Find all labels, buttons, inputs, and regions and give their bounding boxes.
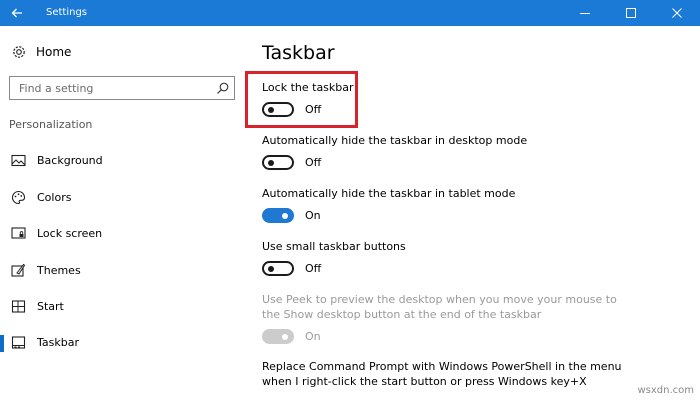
content-pane: Taskbar Lock the taskbar Off Automatical… <box>245 26 700 400</box>
page-title: Taskbar <box>262 42 335 64</box>
back-arrow-icon <box>11 8 22 18</box>
sidebar-item-colors[interactable]: Colors <box>0 185 240 211</box>
title-bar: Settings <box>0 0 700 26</box>
toggle-knob <box>268 265 274 272</box>
toggle-state-text: Off <box>305 156 322 169</box>
toggle-state-text: Off <box>305 103 322 116</box>
setting-label-line2: when I right-click the start button or p… <box>262 375 587 388</box>
setting-label: Automatically hide the taskbar in tablet… <box>262 187 516 200</box>
peek-toggle <box>262 329 294 344</box>
sidebar-item-themes[interactable]: Themes <box>0 258 240 284</box>
setting-label: Lock the taskbar <box>262 81 354 94</box>
sidebar-item-label: Start <box>37 300 64 313</box>
sidebar-item-label: Themes <box>37 264 81 277</box>
maximize-icon <box>626 8 636 18</box>
setting-peek: Use Peek to preview the desktop when you… <box>262 292 692 349</box>
toggle-state-text: Off <box>305 262 322 275</box>
sidebar-item-label: Lock screen <box>37 227 103 240</box>
minimize-icon <box>580 13 590 14</box>
back-button[interactable] <box>0 0 34 26</box>
setting-autohide-desktop: Automatically hide the taskbar in deskto… <box>262 133 692 175</box>
image-icon <box>11 154 26 167</box>
toggle-knob <box>268 159 274 166</box>
section-label-personalization: Personalization <box>9 118 93 131</box>
autohide-tablet-toggle[interactable] <box>262 208 294 223</box>
maximize-button[interactable] <box>608 0 654 26</box>
window-title: Settings <box>46 7 88 18</box>
close-button[interactable] <box>654 0 700 26</box>
setting-small-buttons: Use small taskbar buttons Off <box>262 239 692 281</box>
lock-taskbar-toggle[interactable] <box>262 102 294 117</box>
search-icon[interactable] <box>216 81 230 95</box>
toggle-state-text: On <box>305 330 321 343</box>
autohide-desktop-toggle[interactable] <box>262 155 294 170</box>
sidebar-item-taskbar[interactable]: Taskbar <box>0 330 240 356</box>
toggle-knob <box>282 333 288 340</box>
toggle-knob <box>282 212 288 219</box>
sidebar-item-start[interactable]: Start <box>0 294 240 320</box>
setting-lock-taskbar: Lock the taskbar Off <box>262 80 692 122</box>
toggle-knob <box>268 106 274 113</box>
sidebar-item-label: Background <box>37 154 103 167</box>
lock-screen-icon <box>11 227 26 239</box>
setting-label-line2: the Show desktop button at the end of th… <box>262 308 542 321</box>
setting-autohide-tablet: Automatically hide the taskbar in tablet… <box>262 186 692 228</box>
small-buttons-toggle[interactable] <box>262 261 294 276</box>
sidebar-home-label: Home <box>36 45 72 59</box>
gear-icon <box>13 46 25 58</box>
search-input[interactable] <box>10 77 219 99</box>
sidebar-item-lock-screen[interactable]: Lock screen <box>0 221 240 247</box>
search-box[interactable] <box>9 76 235 100</box>
setting-label-line1: Replace Command Prompt with Windows Powe… <box>262 360 622 373</box>
start-icon <box>11 300 26 313</box>
toggle-state-text: On <box>305 209 321 222</box>
watermark: wsxdn.com <box>637 385 694 396</box>
setting-label: Use small taskbar buttons <box>262 240 406 253</box>
sidebar-item-label: Taskbar <box>37 336 79 349</box>
close-icon <box>672 8 682 18</box>
sidebar-item-label: Colors <box>37 191 72 204</box>
setting-label-line1: Use Peek to preview the desktop when you… <box>262 293 617 306</box>
setting-label: Automatically hide the taskbar in deskto… <box>262 134 528 147</box>
themes-icon <box>11 263 26 277</box>
sidebar-item-background[interactable]: Background <box>0 148 240 174</box>
sidebar-home[interactable]: Home <box>0 40 240 64</box>
setting-powershell: Replace Command Prompt with Windows Powe… <box>262 359 692 389</box>
palette-icon <box>11 190 26 205</box>
taskbar-icon <box>11 336 26 349</box>
sidebar: Home Personalization Background Colors <box>0 26 245 400</box>
minimize-button[interactable] <box>562 0 608 26</box>
active-indicator <box>0 335 4 352</box>
